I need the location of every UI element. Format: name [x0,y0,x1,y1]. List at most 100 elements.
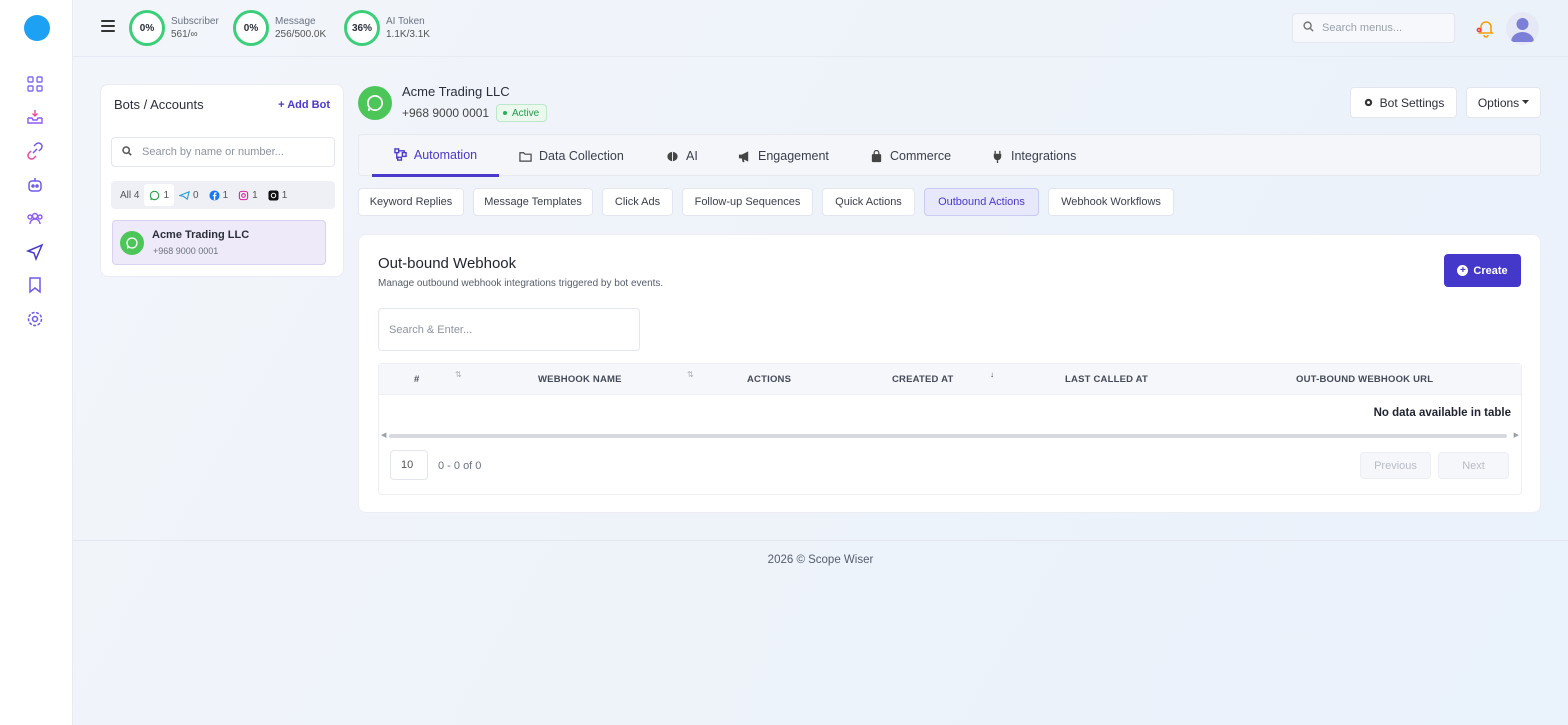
column-last-called-at[interactable]: LAST CALLED AT [1065,374,1148,385]
bot-phone: +968 9000 0001 [402,106,490,120]
status-dot [503,111,507,115]
tab-integrations[interactable]: Integrations [991,135,1076,177]
filter-telegram-count: 0 [193,189,199,201]
ai-token-label: AI Token [386,16,425,27]
subtab-follow-up-sequences[interactable]: Follow-up Sequences [682,188,813,216]
search-icon [122,145,132,159]
message-progress-ring: 0% [233,10,269,46]
table-search-input[interactable] [389,323,629,336]
bag-icon [871,149,882,162]
filter-instagram-count: 1 [252,189,258,201]
ai-token-progress-ring: 36% [344,10,380,46]
bots-panel: Bots / Accounts + Add Bot All 4 1 0 1 1 … [100,84,344,277]
filter-threads[interactable]: 1 [263,184,293,206]
filter-all-count: 4 [133,189,140,201]
next-button[interactable]: Next [1438,452,1509,479]
whatsapp-icon [358,86,392,120]
filter-all-label: All [120,189,132,201]
subtab-outbound-actions[interactable]: Outbound Actions [924,188,1039,216]
subscriber-label: Subscriber [171,16,219,27]
page-size-select[interactable]: 10 [390,450,428,480]
bot-search[interactable] [111,137,335,167]
notification-bell-icon[interactable] [1476,18,1496,38]
main-tabs: Automation Data Collection AI Engagement… [358,134,1541,177]
sort-desc-icon[interactable]: ↓ [990,370,994,379]
tab-ai[interactable]: AI [666,135,698,177]
ai-token-value: 1.1K/3.1K [386,29,430,40]
facebook-icon [209,189,220,201]
whatsapp-icon [120,231,144,255]
column-created-at[interactable]: CREATED AT [892,374,953,385]
scroll-left-icon[interactable]: ◀ [381,431,386,439]
subscriber-value: 561/∞ [171,29,198,40]
menu-search-input[interactable] [1322,22,1442,34]
app-logo[interactable] [24,15,50,41]
create-label: Create [1473,264,1508,277]
tab-commerce[interactable]: Commerce [870,135,951,177]
subtab-quick-actions[interactable]: Quick Actions [822,188,915,216]
subscriber-progress-ring: 0% [129,10,165,46]
subtab-message-templates[interactable]: Message Templates [473,188,593,216]
folder-icon [519,151,532,162]
whatsapp-icon [150,190,160,200]
inbox-icon[interactable] [26,108,44,126]
send-icon[interactable] [26,243,44,261]
create-button[interactable]: + Create [1444,254,1521,287]
previous-button[interactable]: Previous [1360,452,1431,479]
bot-settings-label: Bot Settings [1379,95,1445,110]
outbound-webhook-card: Out-bound Webhook Manage outbound webhoo… [358,234,1541,513]
subtab-keyword-replies[interactable]: Keyword Replies [358,188,464,216]
filter-instagram[interactable]: 1 [233,184,263,206]
bot-list-item[interactable]: Acme Trading LLC +968 9000 0001 [112,220,326,265]
add-bot-button[interactable]: + Add Bot [278,99,330,111]
link-icon[interactable] [26,142,44,160]
webhook-table: # ⇅ WEBHOOK NAME ⇅ ACTIONS CREATED AT ↓ … [378,363,1522,495]
telegram-icon [179,190,190,200]
top-bar: 0% Subscriber 561/∞ 0% Message 256/500.0… [73,0,1568,57]
filter-all[interactable]: All 4 [115,184,144,206]
search-icon [1303,21,1314,35]
users-icon[interactable] [26,209,44,227]
table-search[interactable] [378,308,640,351]
dashboard-icon[interactable] [26,75,44,93]
footer-divider [73,540,1568,541]
flow-icon [394,148,407,161]
column-index[interactable]: # [414,374,419,385]
card-subtitle: Manage outbound webhook integrations tri… [378,278,664,289]
filter-whatsapp-count: 1 [163,189,170,201]
ai-token-stat: 36% AI Token 1.1K/3.1K [344,10,430,46]
subtab-click-ads[interactable]: Click Ads [602,188,673,216]
gear-icon [1364,98,1372,107]
column-webhook-url[interactable]: OUT-BOUND WEBHOOK URL [1296,374,1433,385]
tab-data-collection[interactable]: Data Collection [519,135,624,177]
filter-telegram[interactable]: 0 [174,184,204,206]
filter-facebook-count: 1 [222,189,229,201]
bookmark-icon[interactable] [26,276,44,294]
filter-whatsapp[interactable]: 1 [144,184,175,206]
filter-threads-count: 1 [281,189,288,201]
scroll-right-icon[interactable]: ▶ [1514,431,1519,439]
user-avatar[interactable] [1506,12,1539,45]
message-label: Message [275,16,316,27]
bot-settings-button[interactable]: Bot Settings [1350,87,1457,118]
column-webhook-name[interactable]: WEBHOOK NAME [538,374,622,385]
bot-search-input[interactable] [142,146,322,158]
subtab-webhook-workflows[interactable]: Webhook Workflows [1048,188,1174,216]
pagination-info: 0 - 0 of 0 [438,460,482,472]
instagram-icon [238,190,249,200]
bot-icon[interactable] [26,176,44,194]
sort-icon[interactable]: ⇅ [687,370,694,379]
options-button[interactable]: Options [1466,87,1541,118]
horizontal-scrollbar[interactable] [389,434,1507,438]
menu-search[interactable] [1292,13,1455,43]
tab-automation[interactable]: Automation [372,135,499,177]
sort-icon[interactable]: ⇅ [455,370,462,379]
settings-icon[interactable] [26,310,44,328]
tab-engagement[interactable]: Engagement [738,135,829,177]
menu-toggle-icon[interactable] [101,20,115,34]
filter-facebook[interactable]: 1 [204,184,234,206]
tab-ai-label: AI [686,149,698,163]
tab-automation-label: Automation [413,147,478,162]
table-header: # ⇅ WEBHOOK NAME ⇅ ACTIONS CREATED AT ↓ … [379,364,1521,395]
threads-icon [268,189,279,201]
